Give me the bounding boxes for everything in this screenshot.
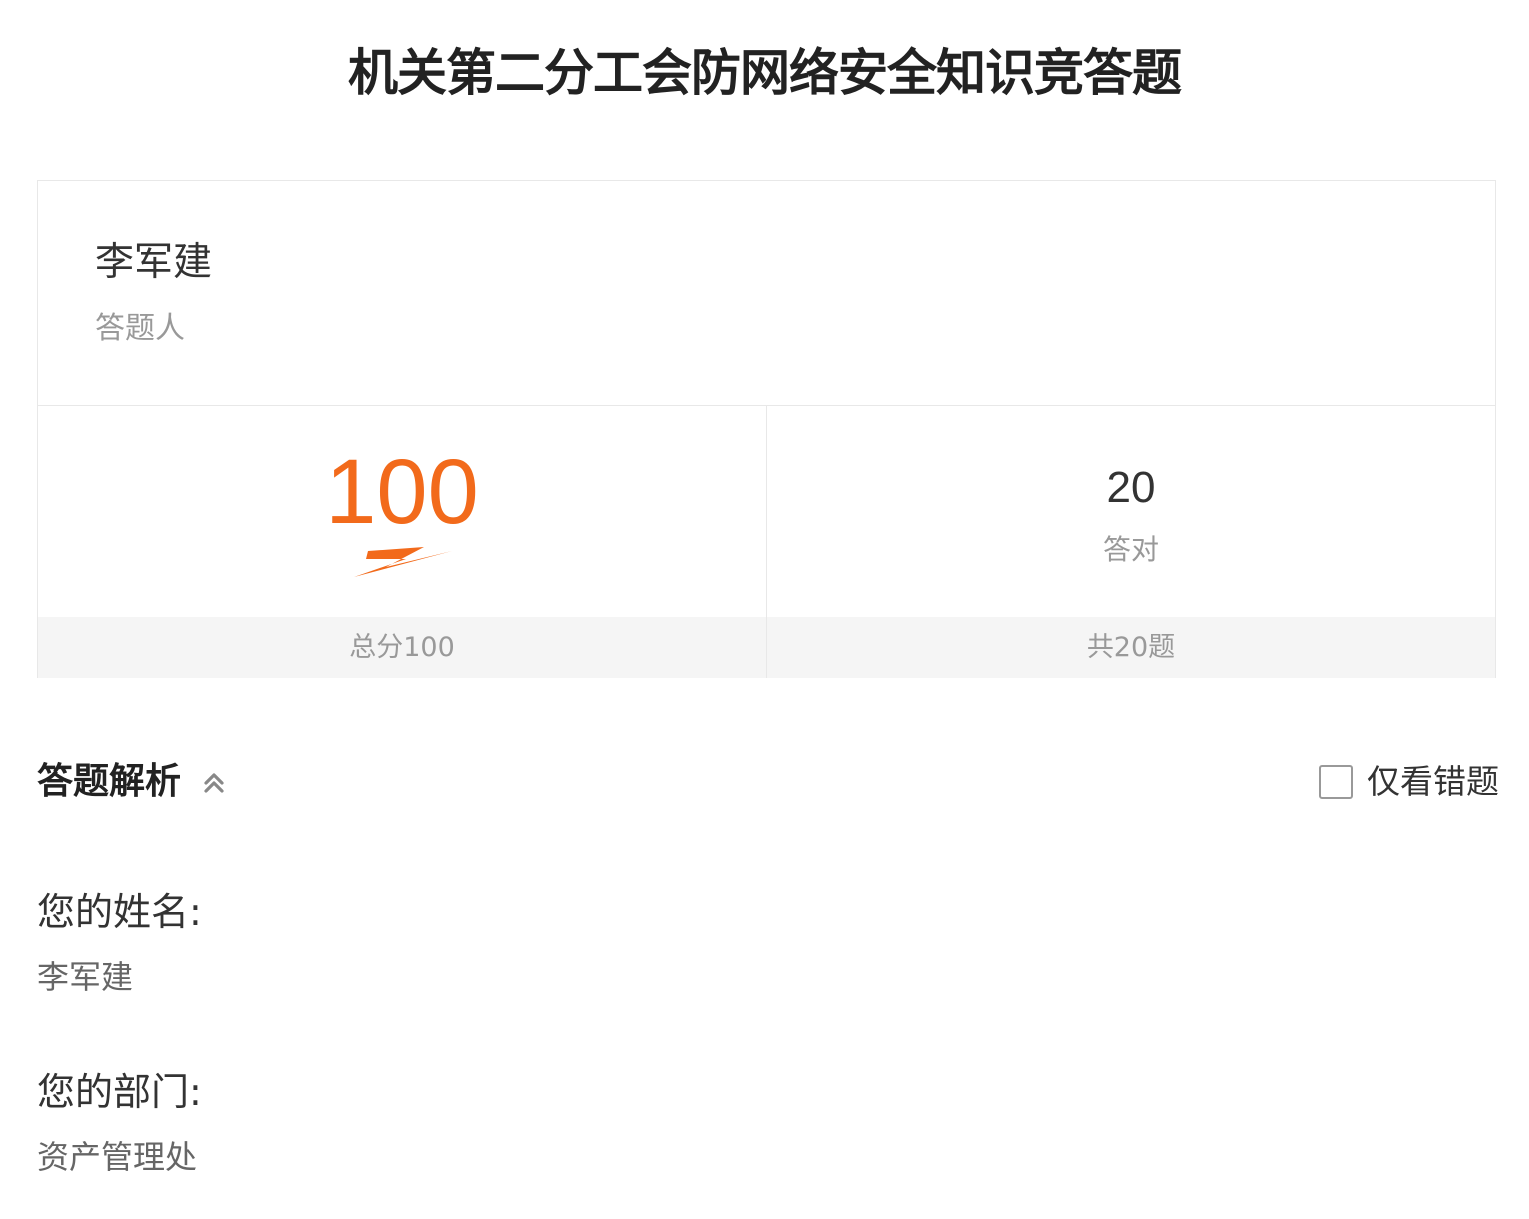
answer-item: 您的姓名: 李军建: [37, 886, 202, 998]
stats-section: 100 总分100 20 答对 共20题: [38, 406, 1495, 678]
question-text: 您的部门:: [37, 1070, 202, 1114]
answer-item: 您的部门: 资产管理处: [37, 1066, 202, 1178]
respondent-section: 李军建 答题人: [38, 181, 1495, 406]
score-stat: 100 总分100: [38, 406, 767, 678]
answer-text: 李军建: [37, 958, 134, 996]
wrong-only-checkbox[interactable]: [1319, 765, 1353, 799]
respondent-name: 李军建: [95, 240, 213, 285]
answer-text: 资产管理处: [37, 1138, 198, 1176]
wrong-only-toggle[interactable]: 仅看错题: [1319, 760, 1499, 804]
score-card: 李军建 答题人 100 总分100 20 答对 共20题: [37, 180, 1496, 678]
question-text: 您的姓名:: [37, 890, 202, 934]
analysis-header: 答题解析: [37, 756, 227, 808]
chevron-double-up-icon[interactable]: [201, 769, 227, 795]
analysis-title: 答题解析: [37, 761, 182, 802]
wrong-only-label[interactable]: 仅看错题: [1367, 760, 1499, 804]
correct-count: 20: [1106, 463, 1156, 512]
total-questions-label: 共20题: [767, 617, 1495, 678]
page-title: 机关第二分工会防网络安全知识竞答题: [348, 44, 1182, 102]
correct-caption: 答对: [1102, 533, 1159, 566]
correct-stat: 20 答对 共20题: [767, 406, 1495, 678]
respondent-caption: 答题人: [95, 311, 185, 346]
score-value: 100: [325, 441, 479, 543]
total-score-label: 总分100: [38, 617, 766, 678]
score-underline-icon: [354, 547, 452, 577]
